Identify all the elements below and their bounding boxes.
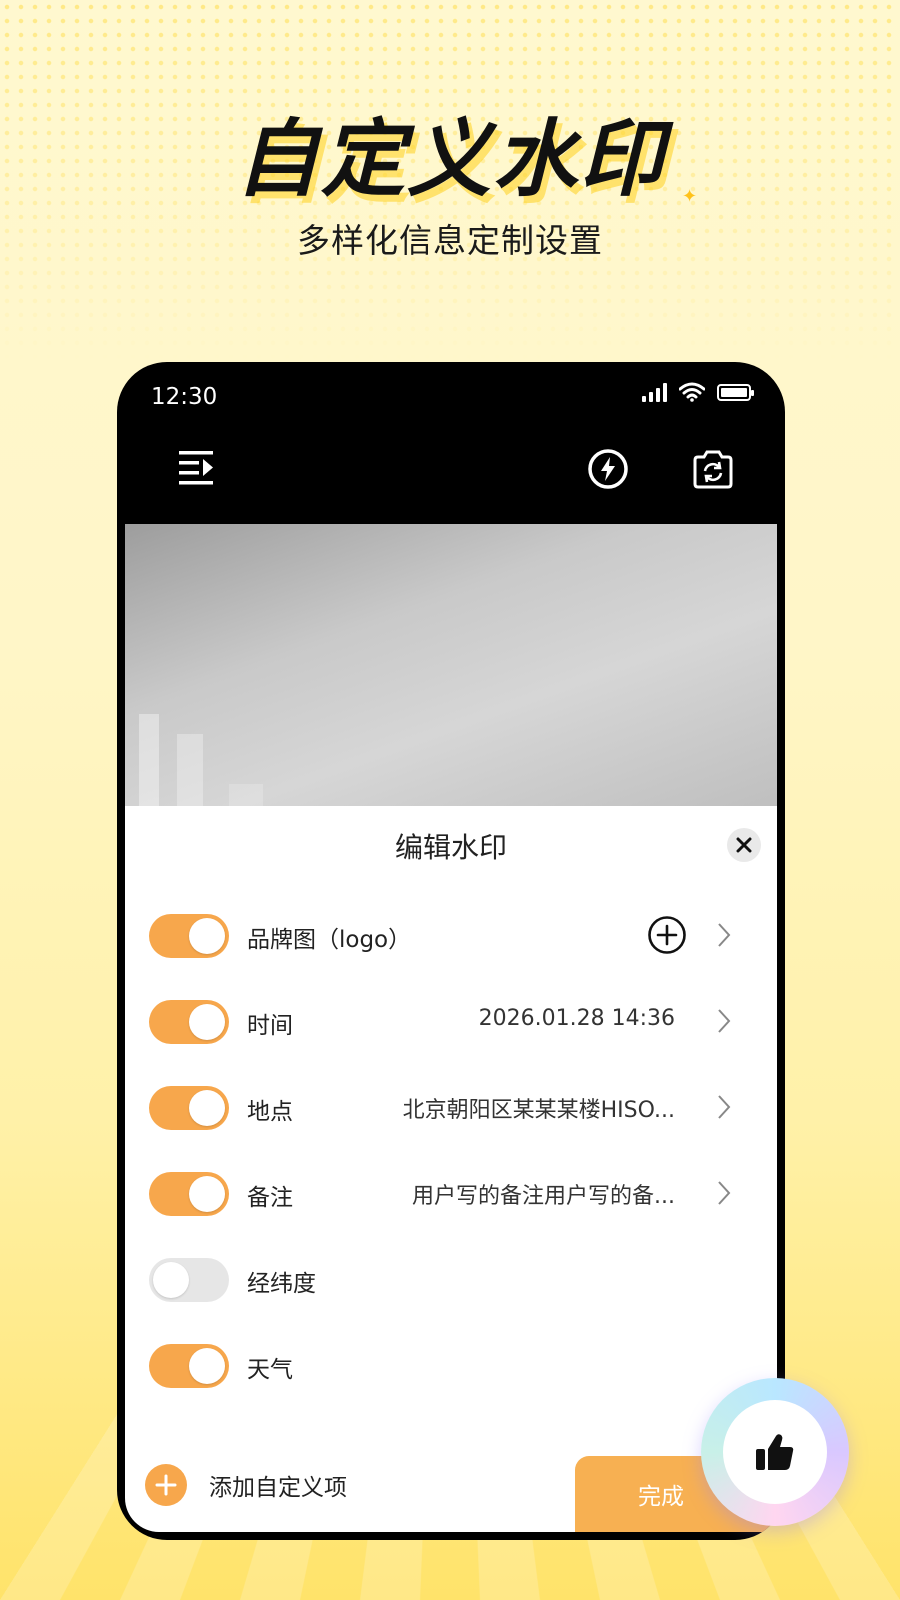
battery-icon <box>717 383 754 401</box>
row-brand-logo[interactable]: 品牌图（logo） <box>149 906 753 966</box>
toggle-weather[interactable] <box>149 1344 229 1388</box>
promo-subtitle: 多样化信息定制设置 <box>297 221 603 260</box>
plus-icon[interactable] <box>145 1464 187 1506</box>
row-location[interactable]: 地点 北京朝阳区某某某楼HISO... <box>149 1078 753 1138</box>
row-note[interactable]: 备注 用户写的备注用户写的备... <box>149 1164 753 1224</box>
row-time[interactable]: 时间 2026.01.28 14:36 <box>149 992 753 1052</box>
toggle-brand-logo[interactable] <box>149 914 229 958</box>
chevron-right-icon[interactable] <box>717 1180 731 1206</box>
row-label: 时间 <box>247 1013 293 1039</box>
wifi-icon <box>679 382 705 402</box>
add-custom-item[interactable]: 添加自定义项 <box>145 1464 347 1506</box>
edit-watermark-sheet: 编辑水印 品牌图（logo） 时间 2026.01.28 14:36 地点 北京… <box>125 806 785 1532</box>
row-label: 地点 <box>247 1099 293 1125</box>
add-custom-label: 添加自定义项 <box>209 1475 347 1501</box>
sheet-title: 编辑水印 <box>394 831 507 864</box>
row-label: 经纬度 <box>247 1271 316 1297</box>
chevron-right-icon[interactable] <box>717 922 731 948</box>
sparkle-icon: ✦ <box>682 186 698 207</box>
signal-icon <box>642 382 667 402</box>
toggle-location[interactable] <box>149 1086 229 1130</box>
thumbs-up-icon <box>756 1434 794 1470</box>
camera-switch-icon[interactable] <box>691 448 735 490</box>
toggle-coordinates[interactable] <box>149 1258 229 1302</box>
row-value: 2026.01.28 14:36 <box>478 1006 675 1031</box>
menu-icon[interactable] <box>179 449 217 485</box>
row-coordinates[interactable]: 经纬度 <box>149 1250 753 1310</box>
add-logo-icon[interactable] <box>647 915 687 955</box>
close-icon <box>736 837 752 853</box>
status-icons <box>642 382 754 402</box>
chevron-right-icon[interactable] <box>717 1094 731 1120</box>
promo-title: 自定义水印 <box>234 110 665 208</box>
row-weather[interactable]: 天气 <box>149 1336 753 1396</box>
row-label: 品牌图（logo） <box>247 927 412 953</box>
row-value: 用户写的备注用户写的备... <box>412 1184 675 1209</box>
flash-icon[interactable] <box>587 448 629 490</box>
phone-frame: 12:30 编辑水印 品牌图（logo） 时间 2026.01.28 14:36… <box>117 362 785 1540</box>
like-button[interactable] <box>701 1378 849 1526</box>
camera-viewfinder[interactable] <box>125 524 777 824</box>
close-button[interactable] <box>727 828 761 862</box>
row-value: 北京朝阳区某某某楼HISO... <box>402 1098 675 1123</box>
toggle-time[interactable] <box>149 1000 229 1044</box>
row-label: 备注 <box>247 1185 293 1211</box>
chevron-right-icon[interactable] <box>717 1008 731 1034</box>
status-time: 12:30 <box>151 384 218 410</box>
row-label: 天气 <box>247 1357 293 1383</box>
toggle-note[interactable] <box>149 1172 229 1216</box>
